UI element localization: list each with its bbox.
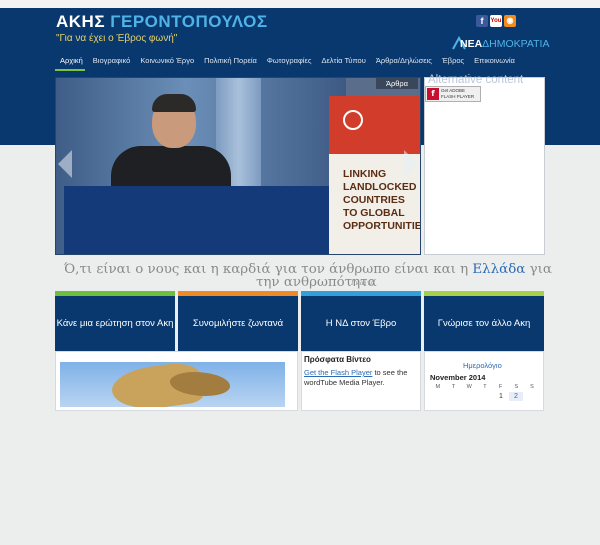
- nav-active-indicator: [55, 69, 85, 71]
- panel-photo[interactable]: [60, 362, 285, 407]
- facebook-icon[interactable]: f: [476, 15, 488, 27]
- calendar-day-headers: M T W T F S S: [435, 384, 534, 390]
- party-logo-text-2: ΔΗΜΟΚΡΑΤΙΑ: [482, 38, 550, 50]
- flash-player-icon: f: [427, 88, 439, 100]
- flash-badge-text: Get ADOBE FLASH PLAYER: [441, 88, 475, 99]
- tile-label: Η ΝΔ στον Έβρο: [325, 318, 397, 329]
- tile-live-chat[interactable]: Συνομιλήστε ζωντανά: [178, 291, 298, 351]
- tile-label: Γνώρισε τον άλλο Ακη: [437, 318, 531, 329]
- recent-videos-text: Get the Flash Player to see the wordTube…: [304, 368, 408, 387]
- get-flash-player-badge[interactable]: f Get ADOBE FLASH PLAYER: [425, 86, 481, 102]
- rss-icon[interactable]: ◉: [504, 15, 516, 27]
- slider-next-arrow-icon[interactable]: [404, 150, 418, 178]
- nav-item-political-career[interactable]: Πολιτική Πορεία: [199, 55, 262, 69]
- nav-item-biography[interactable]: Βιογραφικό: [88, 55, 136, 69]
- site-title-first-name: ΑΚΗΣ: [56, 12, 111, 31]
- slider-category-tag[interactable]: Άρθρα: [376, 78, 418, 89]
- site-title[interactable]: ΑΚΗΣ ΓΕΡΟΝΤΟΠΟΥΛΟΣ: [56, 12, 268, 32]
- nav-item-photos[interactable]: Φωτογραφίες: [262, 55, 317, 69]
- get-flash-player-link[interactable]: Get the Flash Player: [304, 368, 372, 377]
- flash-alternative-text: Alternative content: [428, 74, 524, 86]
- youtube-icon[interactable]: You: [490, 15, 502, 27]
- featured-slider[interactable]: LINKING LANDLOCKED COUNTRIES TO GLOBAL O…: [55, 77, 421, 255]
- tile-label: Συνομιλήστε ζωντανά: [192, 318, 284, 329]
- calendar-month: November 2014: [430, 373, 486, 382]
- tile-nd-evros[interactable]: Η ΝΔ στον Έβρο: [301, 291, 421, 351]
- nav-item-contact[interactable]: Επικοινωνία: [469, 55, 520, 69]
- tile-ask-question[interactable]: Κάνε μια ερώτηση στον Ακη: [55, 291, 175, 351]
- recent-videos-title: Πρόσφατα Βίντεο: [304, 355, 371, 364]
- top-bar: [0, 0, 600, 8]
- quote-author: Γκαίτε: [351, 279, 374, 287]
- slide-podium: [64, 186, 334, 254]
- site-title-last-name: ΓΕΡΟΝΤΟΠΟΥΛΟΣ: [110, 12, 268, 31]
- tile-label: Κάνε μια ερώτηση στον Ακη: [56, 318, 174, 329]
- nav-item-home[interactable]: Αρχική: [55, 55, 88, 69]
- site-slogan: "Για να έχει ο Έβρος φωνή": [56, 33, 178, 44]
- nav-item-social-work[interactable]: Κοινωνικό Έργο: [135, 55, 199, 69]
- party-logo-text-1: ΝΕΑ: [460, 38, 483, 50]
- slide-poster-header: [329, 96, 420, 154]
- flash-widget-box: [424, 77, 545, 255]
- party-logo[interactable]: ΝΕΑΔΗΜΟΚΡΑΤΙΑ: [452, 34, 549, 54]
- quote-highlight: Ελλάδα: [472, 262, 526, 277]
- nav-item-evros[interactable]: Έβρος: [437, 55, 469, 69]
- un-emblem-icon: [343, 110, 363, 130]
- nav-item-press-releases[interactable]: Δελτία Τύπου: [316, 55, 370, 69]
- nav-item-articles[interactable]: Άρθρα/Δηλώσεις: [371, 55, 437, 69]
- calendar-title: Ημερολόγιο: [463, 361, 502, 370]
- slider-prev-arrow-icon[interactable]: [58, 150, 72, 178]
- main-nav: Αρχική Βιογραφικό Κοινωνικό Έργο Πολιτικ…: [55, 55, 520, 69]
- tile-meet-the-other-akis[interactable]: Γνώρισε τον άλλο Ακη: [424, 291, 544, 351]
- slide-speaker-hair: [152, 94, 196, 112]
